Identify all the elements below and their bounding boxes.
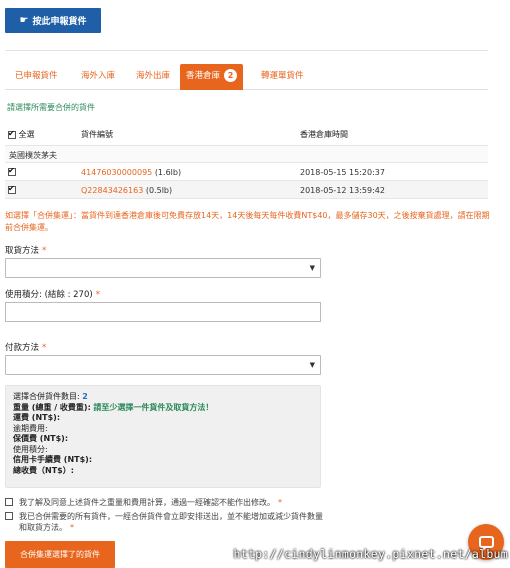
pickup-method-select[interactable]: ▼ — [5, 258, 321, 278]
summary-weight-label: 重量 (總重 / 收費重): — [13, 402, 91, 412]
summary-freight: 運費 (NT$): — [13, 413, 313, 424]
required-mark: * — [42, 343, 47, 353]
summary-total-label: 總收費（NT$）: — [13, 465, 74, 475]
required-mark: * — [95, 290, 100, 300]
tab-label: 香港倉庫 — [186, 71, 221, 81]
table-header: 全選 貨件編號 香港倉庫時間 — [5, 126, 488, 144]
table-bottom-border — [5, 198, 488, 199]
agree-terms-label: 我了解及同意上述貨件之重量和費用計算，通過一經確認不能作出修改。 — [19, 498, 275, 507]
report-shipment-label: 按此申報貨件 — [32, 17, 87, 27]
summary-points-label: 使用積分: — [13, 444, 48, 454]
agree-merge-text: 我已合併需要的所有貨件，一經合併貨件會立即安排送出，並不能增加或減少貨件數量和取… — [5, 511, 325, 533]
package-number-link[interactable]: Q22843426163 — [81, 186, 143, 195]
package-number-link[interactable]: 41476030000095 — [81, 168, 152, 177]
summary-card-fee-label: 信用卡手續費 (NT$): — [13, 455, 93, 464]
required-mark: * — [42, 246, 47, 256]
warehouse-time: 2018-05-12 13:59:42 — [300, 186, 385, 195]
agree-terms-text: 我了解及同意上述貨件之重量和費用計算，通過一經確認不能作出修改。 * — [5, 497, 325, 508]
agree-merge: 我已合併需要的所有貨件，一經合併貨件會立即安排送出，並不能增加或減少貨件數量和取… — [5, 511, 325, 533]
storage-note: 如選擇「合併集運」：當貨件到達香港倉庫後可免費存放14天，14天後每天每件收費N… — [5, 211, 490, 232]
summary-freight-label: 運費 (NT$): — [13, 413, 61, 422]
tab-count-badge: 2 — [224, 69, 238, 82]
agree-merge-label: 我已合併需要的所有貨件，一經合併貨件會立即安排送出，並不能增加或減少貨件數量和取… — [19, 512, 323, 532]
group-label: 英國樸茨茅夫 — [9, 151, 57, 160]
summary-count-value: 2 — [82, 392, 88, 401]
summary-insurance-label: 保價費 (NT$): — [13, 434, 69, 443]
divider — [5, 50, 488, 51]
row-checkbox[interactable] — [8, 166, 16, 176]
select-all-label: 全選 — [18, 130, 35, 139]
summary-total: 總收費（NT$）: — [13, 466, 313, 477]
points-label: 使用積分: (結餘 : 270) * — [5, 288, 100, 300]
pickup-method-label: 取貨方法 * — [5, 244, 46, 256]
instruction-text: 請選擇所需要合併的貨件 — [7, 103, 95, 112]
tab-label: 轉運單貨件 — [261, 71, 304, 81]
points-input[interactable] — [5, 302, 321, 322]
summary-panel: 選擇合併貨件數目: 2 重量 (總重 / 收費重): 請至少選擇一件貨件及取貨方… — [5, 385, 321, 488]
required-mark: * — [278, 498, 282, 507]
summary-count-label: 選擇合併貨件數目: — [13, 392, 80, 401]
payment-method-select[interactable]: ▼ — [5, 355, 321, 375]
tab-bar: 已申報貨件 海外入庫 海外出庫 香港倉庫 2 轉運單貨件 — [5, 64, 488, 90]
tab-overseas-inbound[interactable]: 海外入庫 — [75, 64, 121, 89]
select-all-checkbox[interactable] — [8, 129, 16, 139]
summary-points: 使用積分: — [13, 445, 313, 456]
tab-label: 海外入庫 — [81, 71, 116, 81]
package-cell: 41476030000095 (1.6lb) — [81, 168, 181, 177]
package-cell: Q22843426163 (0.5lb) — [81, 186, 172, 195]
tab-hk-warehouse[interactable]: 香港倉庫 2 — [180, 64, 244, 90]
table-row: Q22843426163 (0.5lb) 2018-05-12 13:59:42 — [5, 180, 488, 198]
agree-terms-checkbox[interactable] — [5, 498, 13, 506]
summary-insurance: 保價費 (NT$): — [13, 434, 313, 445]
row-checkbox[interactable] — [8, 184, 16, 194]
summary-overdue: 逾期費用: — [13, 424, 313, 435]
package-weight: (1.6lb) — [154, 168, 182, 177]
tab-label: 已申報貨件 — [15, 71, 58, 81]
group-row: 英國樸茨茅夫 — [5, 145, 488, 162]
chevron-down-icon: ▼ — [309, 361, 315, 369]
table-row: 41476030000095 (1.6lb) 2018-05-15 15:20:… — [5, 162, 488, 180]
tab-transfer-shipments[interactable]: 轉運單貨件 — [255, 64, 310, 89]
required-mark: * — [70, 523, 74, 532]
summary-overdue-label: 逾期費用: — [13, 423, 48, 433]
points-text: 使用積分: (結餘 : 270) — [5, 290, 93, 300]
column-warehouse-time: 香港倉庫時間 — [300, 130, 348, 139]
payment-method-label: 付款方法 * — [5, 341, 46, 353]
package-weight: (0.5lb) — [145, 186, 173, 195]
pickup-method-text: 取貨方法 — [5, 246, 40, 256]
agree-terms: 我了解及同意上述貨件之重量和費用計算，通過一經確認不能作出修改。 * — [5, 497, 325, 508]
summary-count: 選擇合併貨件數目: 2 — [13, 392, 313, 403]
summary-weight-value: 請至少選擇一件貨件及取貨方法！ — [93, 402, 214, 412]
merge-submit-button[interactable]: 合併集運選擇了的貨件 — [5, 541, 115, 568]
select-all[interactable]: 全選 — [8, 129, 35, 140]
thumbs-up-icon: ☛ — [19, 15, 29, 26]
chevron-down-icon: ▼ — [309, 264, 315, 272]
watermark: http://cindylinmonkey.pixnet.net/album — [233, 547, 508, 561]
report-shipment-button[interactable]: ☛ 按此申報貨件 — [5, 8, 101, 33]
column-package-number: 貨件編號 — [81, 130, 113, 139]
summary-card-fee: 信用卡手續費 (NT$): — [13, 455, 313, 466]
tab-label: 海外出庫 — [136, 71, 171, 81]
summary-weight: 重量 (總重 / 收費重): 請至少選擇一件貨件及取貨方法！ — [13, 403, 313, 414]
tab-declared[interactable]: 已申報貨件 — [9, 64, 64, 89]
payment-method-text: 付款方法 — [5, 343, 40, 353]
warehouse-time: 2018-05-15 15:20:37 — [300, 168, 385, 177]
agree-merge-checkbox[interactable] — [5, 512, 13, 520]
tab-overseas-outbound[interactable]: 海外出庫 — [130, 64, 176, 89]
